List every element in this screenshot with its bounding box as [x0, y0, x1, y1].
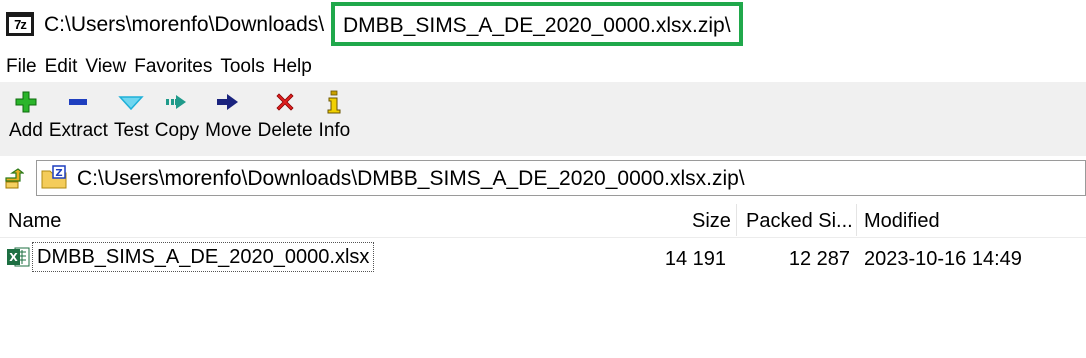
move-label: Move	[205, 120, 252, 141]
table-row[interactable]: X DMBB_SIMS_A_DE_2020_0000.xlsx 14 191 1…	[0, 240, 1086, 274]
column-header-packed-size[interactable]: Packed Si...	[746, 208, 853, 234]
column-header-name[interactable]: Name	[8, 208, 61, 234]
move-button[interactable]: Move	[202, 82, 254, 156]
column-separator[interactable]	[856, 204, 857, 236]
copy-arrow-icon	[164, 88, 190, 116]
menu-edit[interactable]: Edit	[43, 54, 84, 80]
svg-text:X: X	[9, 251, 18, 264]
info-icon	[324, 88, 344, 116]
plus-icon	[14, 88, 38, 116]
address-bar[interactable]: Z C:\Users\morenfo\Downloads\DMBB_SIMS_A…	[36, 160, 1086, 196]
copy-button[interactable]: Copy	[152, 82, 202, 156]
add-button[interactable]: Add	[6, 82, 46, 156]
column-separator[interactable]	[736, 204, 737, 236]
menu-favorites[interactable]: Favorites	[132, 54, 218, 80]
menu-bar: File Edit View Favorites Tools Help	[0, 52, 1086, 82]
column-header-modified[interactable]: Modified	[864, 208, 940, 234]
file-size: 14 191	[664, 248, 726, 270]
info-label: Info	[318, 120, 351, 141]
delete-button[interactable]: Delete	[255, 82, 316, 156]
address-path: C:\Users\morenfo\Downloads\DMBB_SIMS_A_D…	[77, 167, 745, 190]
copy-label: Copy	[154, 120, 200, 141]
menu-help[interactable]: Help	[271, 54, 318, 80]
title-path-prefix: C:\Users\morenfo\Downloads\	[44, 13, 325, 36]
menu-tools[interactable]: Tools	[218, 54, 270, 80]
menu-view[interactable]: View	[83, 54, 132, 80]
list-header: Name Size Packed Si... Modified	[0, 202, 1086, 238]
add-label: Add	[9, 120, 43, 141]
test-label: Test	[113, 120, 149, 141]
7zip-app-icon: 7z	[6, 12, 34, 36]
column-header-size[interactable]: Size	[692, 208, 731, 234]
svg-text:Z: Z	[55, 168, 62, 179]
minus-icon	[66, 88, 90, 116]
extract-button[interactable]: Extract	[46, 82, 111, 156]
address-row: Z C:\Users\morenfo\Downloads\DMBB_SIMS_A…	[0, 158, 1086, 198]
file-name[interactable]: DMBB_SIMS_A_DE_2020_0000.xlsx	[32, 242, 375, 272]
title-bar: 7z C:\Users\morenfo\Downloads\ DMBB_SIMS…	[0, 0, 1086, 52]
delete-label: Delete	[257, 120, 313, 141]
extract-label: Extract	[48, 120, 108, 141]
menu-file[interactable]: File	[4, 54, 43, 80]
zip-folder-icon: Z	[41, 165, 67, 189]
up-folder-icon[interactable]	[4, 168, 25, 190]
delete-x-icon	[273, 88, 297, 116]
info-button[interactable]: Info	[316, 82, 354, 156]
toolbar: Add Extract Test Copy Move Delete Info	[0, 82, 1086, 156]
check-chevron-icon	[118, 88, 145, 116]
test-button[interactable]: Test	[111, 82, 152, 156]
file-modified: 2023-10-16 14:49	[864, 248, 1022, 270]
excel-file-icon: X	[6, 246, 30, 268]
title-highlighted-archive-name: DMBB_SIMS_A_DE_2020_0000.xlsx.zip\	[331, 2, 743, 46]
move-arrow-icon	[215, 88, 241, 116]
file-packed-size: 12 287	[788, 248, 850, 270]
